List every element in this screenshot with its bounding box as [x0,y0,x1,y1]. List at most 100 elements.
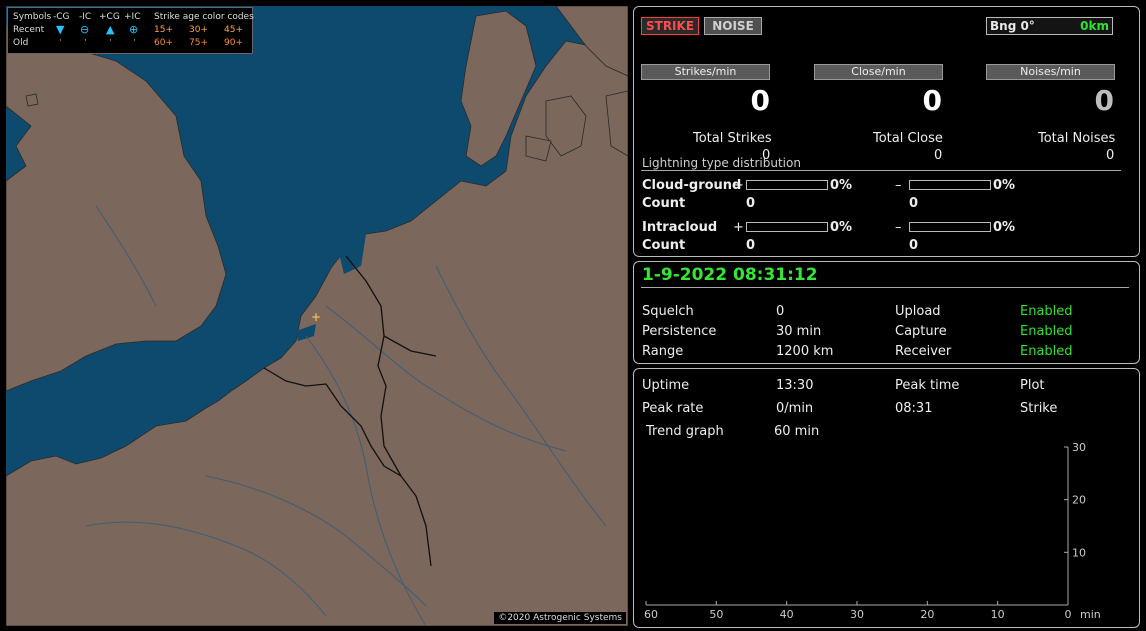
cg-negative-bar [909,180,991,190]
peak-time-label: Peak time [895,378,960,393]
noise-button[interactable]: NOISE [704,17,762,35]
cg-negative-percent: 0% [993,178,1016,193]
strikes-rate-value: 0 [750,84,770,117]
receiver-label: Receiver [895,344,952,359]
strike-button[interactable]: STRIKE [641,17,699,35]
old-dot-icon: · [59,36,62,46]
ic-minus-sign: – [895,220,902,235]
persistence-value: 30 min [776,324,822,339]
trend-graph: 60 50 40 30 20 10 0 30 20 10 min [644,441,1101,621]
legend-age-recent-1: 15+ [154,25,173,35]
ic-positive-percent: 0% [830,220,853,235]
legend-recent-label: Recent [13,25,45,35]
legend-age-recent-2: 30+ [189,25,208,35]
legend-age-old-1: 60+ [154,38,173,48]
old-dot-icon: · [133,36,136,46]
ic-negative-icon: ⊖ [80,23,90,36]
close-rate-header[interactable]: Close/min [814,64,943,80]
range-value: 1200 km [776,344,834,359]
x-tick-label: 20 [920,608,934,621]
cg-positive-count: 0 [746,196,756,211]
ic-positive-bar [746,222,828,232]
noises-rate-header[interactable]: Noises/min [986,64,1115,80]
strike-map[interactable]: + ©2020 Astrogenic Systems [6,6,628,626]
cg-minus-sign: – [895,178,902,193]
strikes-rate-header[interactable]: Strikes/min [641,64,770,80]
intracloud-label: Intracloud [642,220,718,235]
old-dot-icon: · [109,36,112,46]
upload-label: Upload [895,304,941,319]
cg-positive-percent: 0% [830,178,853,193]
x-tick-label: 40 [780,608,794,621]
total-close-value: 0 [934,148,943,163]
cg-count-label: Count [642,196,686,211]
squelch-value: 0 [776,304,785,319]
legend-age-old-3: 90+ [224,38,243,48]
range-label: Range [642,344,684,359]
legend-cg-neg-label: -CG [53,12,70,22]
ic-negative-count: 0 [909,238,919,253]
cg-negative-icon: ▼ [56,23,65,36]
cloud-ground-label: Cloud-ground [642,178,742,193]
legend-cg-pos-label: +CG [99,12,120,22]
total-noises-label: Total Noises [1038,131,1116,146]
legend-age-recent-3: 45+ [224,25,243,35]
station-marker-icon: + [311,310,322,324]
legend-age-old-2: 75+ [189,38,208,48]
peak-time-value: 08:31 [895,401,933,416]
legend-age-label: Strike age color codes [154,12,254,22]
peak-rate-label: Peak rate [642,401,704,416]
x-tick-label: 60 [644,608,658,621]
cg-plus-sign: + [733,178,744,193]
y-tick-label: 20 [1072,494,1086,507]
plot-value[interactable]: Strike [1020,401,1057,416]
squelch-label: Squelch [642,304,694,319]
legend-ic-neg-label: -IC [79,12,92,22]
legend-old-label: Old [13,38,29,48]
copyright-text: ©2020 Astrogenic Systems [494,612,626,624]
total-noises-value: 0 [1106,148,1115,163]
bearing-display[interactable]: Bng 0° 0km [986,17,1113,35]
noises-rate-value: 0 [1094,84,1114,117]
trend-label: Trend graph [646,424,724,439]
legend-symbols-label: Symbols [13,12,52,22]
distribution-title: Lightning type distribution [642,156,801,170]
distribution-divider [641,170,1121,171]
uptime-label: Uptime [642,378,690,393]
legend-ic-pos-label: +IC [124,12,141,22]
ic-positive-icon: ⊕ [129,23,139,36]
distance-label: 0km [1080,19,1109,33]
map-legend: Symbols -CG -IC +CG +IC Strike age color… [7,7,254,54]
receiver-value: Enabled [1020,344,1073,359]
upload-value: Enabled [1020,304,1073,319]
capture-label: Capture [895,324,947,339]
y-tick-label: 30 [1072,441,1086,454]
capture-value: Enabled [1020,324,1073,339]
cg-negative-count: 0 [909,196,919,211]
ic-negative-percent: 0% [993,220,1016,235]
persistence-label: Persistence [642,324,717,339]
x-unit-label: min [1080,608,1101,621]
cg-positive-bar [746,180,828,190]
plot-label: Plot [1020,378,1045,393]
total-close-label: Total Close [873,131,943,146]
close-rate-value: 0 [922,84,942,117]
ic-plus-sign: + [733,220,744,235]
uptime-value: 13:30 [776,378,814,393]
bearing-label: Bng 0° [990,19,1035,33]
y-tick-label: 10 [1072,546,1086,559]
ic-negative-bar [909,222,991,232]
datetime-display: 1-9-2022 08:31:12 [642,265,818,285]
old-dot-icon: · [84,36,87,46]
cg-positive-icon: ▲ [106,23,115,36]
status-divider [641,287,1129,288]
ic-count-label: Count [642,238,686,253]
x-tick-label: 50 [709,608,723,621]
total-strikes-label: Total Strikes [693,131,772,146]
x-tick-label: 10 [991,608,1005,621]
ic-positive-count: 0 [746,238,756,253]
peak-rate-value: 0/min [776,401,814,416]
x-tick-label: 0 [1065,608,1072,621]
x-tick-label: 30 [850,608,864,621]
trend-value[interactable]: 60 min [774,424,819,439]
